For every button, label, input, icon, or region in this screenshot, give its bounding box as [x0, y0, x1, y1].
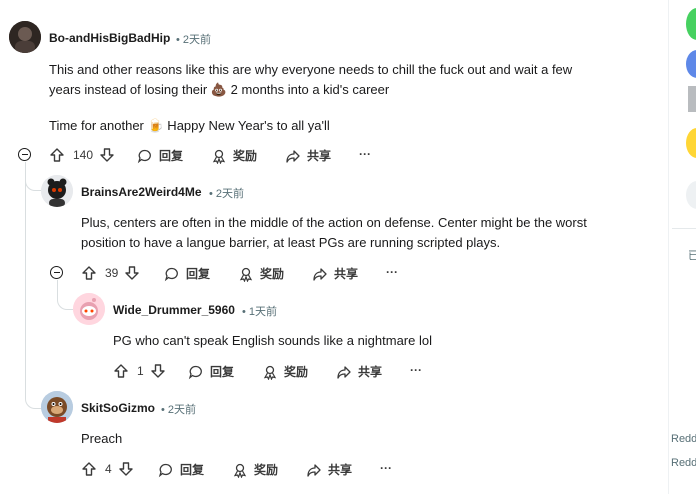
more-options-button[interactable]: ··· [386, 265, 398, 279]
more-options-button[interactable]: ··· [380, 461, 392, 475]
reply-label: 回复 [186, 267, 211, 281]
thread-curve-reply-4 [25, 380, 42, 409]
downvote-icon[interactable] [99, 147, 115, 163]
upvote-group: 4 [81, 461, 134, 477]
comment-text-line: PG who can't speak English sounds like a… [113, 333, 432, 348]
award-label: 奖励 [284, 365, 309, 379]
thread-curve-reply-2 [57, 285, 74, 310]
comment-author[interactable]: BrainsAre2Weird4Me [81, 185, 202, 199]
comment-author[interactable]: Wide_Drummer_5960 [113, 303, 235, 317]
share-icon [306, 462, 322, 478]
reply-label: 回复 [180, 463, 205, 477]
comment-text-line: This and other reasons like this are why… [49, 62, 573, 77]
award-icon [238, 266, 254, 282]
reply-icon [188, 364, 204, 380]
reply-label: 回复 [159, 149, 184, 163]
upvote-icon[interactable] [49, 147, 65, 163]
comment-text-line: position to have a langue barrier, at le… [81, 235, 501, 250]
comment-text-line: Time for another 🍺 Happy New Year's to a… [49, 118, 330, 133]
avatar[interactable] [9, 21, 41, 53]
comment-author[interactable]: Bo-andHisBigBadHip [49, 31, 170, 45]
reply-button[interactable]: 回复 [137, 147, 183, 164]
avatar-image [73, 293, 105, 325]
reply-button[interactable]: 回复 [188, 363, 234, 380]
share-label: 共享 [358, 365, 383, 379]
avatar[interactable] [41, 391, 73, 423]
sidebar-community-icon[interactable] [686, 181, 696, 209]
award-icon [232, 462, 248, 478]
more-options-button[interactable]: ··· [410, 363, 422, 377]
sidebar-divider [668, 0, 669, 494]
sidebar-community-icon[interactable] [686, 50, 696, 78]
share-label: 共享 [334, 267, 359, 281]
upvote-group: 140 [49, 147, 115, 163]
thread-curve-reply-1 [25, 168, 42, 191]
collapse-thread-button[interactable] [18, 148, 31, 161]
share-icon [336, 364, 352, 380]
award-button[interactable]: 奖励 [232, 461, 278, 478]
comment-text-line: years instead of losing their 💩 2 months… [49, 82, 390, 97]
sidebar-community-icon[interactable] [686, 128, 696, 158]
more-options-button[interactable]: ··· [359, 147, 371, 161]
sidebar-community-icon[interactable] [688, 86, 696, 112]
avatar[interactable] [73, 293, 105, 325]
avatar-image [41, 175, 73, 207]
share-icon [285, 148, 301, 164]
share-button[interactable]: 共享 [306, 461, 352, 478]
award-icon [211, 148, 227, 164]
share-button[interactable]: 共享 [285, 147, 331, 164]
award-label: 奖励 [233, 149, 258, 163]
comment-author[interactable]: SkitSoGizmo [81, 401, 155, 415]
avatar[interactable] [41, 175, 73, 207]
share-button[interactable]: 共享 [336, 363, 382, 380]
more-icon: ··· [380, 461, 392, 475]
vote-count: 140 [73, 148, 94, 162]
upvote-icon[interactable] [81, 265, 97, 281]
award-button[interactable]: 奖励 [238, 265, 284, 282]
sidebar-footer-link[interactable]: Redd [671, 457, 696, 469]
more-icon: ··· [386, 265, 398, 279]
share-label: 共享 [307, 149, 332, 163]
downvote-icon[interactable] [118, 461, 134, 477]
vote-count: 1 [137, 364, 144, 378]
thread-line-root [25, 162, 26, 398]
reply-icon [137, 148, 153, 164]
award-icon [262, 364, 278, 380]
sidebar-section-label: 已 [688, 250, 696, 262]
sidebar-separator [672, 228, 696, 229]
award-label: 奖励 [254, 463, 279, 477]
collapse-thread-button[interactable] [50, 266, 63, 279]
reply-button[interactable]: 回复 [158, 461, 204, 478]
share-icon [312, 266, 328, 282]
downvote-icon[interactable] [124, 265, 140, 281]
award-label: 奖励 [260, 267, 285, 281]
upvote-group: 1 [113, 363, 166, 379]
upvote-icon[interactable] [81, 461, 97, 477]
share-label: 共享 [328, 463, 353, 477]
comment-text-line: Plus, centers are often in the middle of… [81, 215, 587, 230]
avatar-image [41, 391, 73, 423]
comment-timestamp[interactable]: • 2天前 [176, 31, 211, 47]
upvote-icon[interactable] [113, 363, 129, 379]
award-button[interactable]: 奖励 [262, 363, 308, 380]
reply-button[interactable]: 回复 [164, 265, 210, 282]
comment-timestamp[interactable]: • 1天前 [242, 303, 277, 319]
comment-timestamp[interactable]: • 2天前 [161, 401, 196, 417]
vote-count: 4 [105, 462, 112, 476]
downvote-icon[interactable] [150, 363, 166, 379]
avatar-image [9, 21, 41, 53]
upvote-group: 39 [81, 265, 140, 281]
share-button[interactable]: 共享 [312, 265, 358, 282]
comment-text-line: Preach [81, 431, 123, 446]
reply-icon [164, 266, 180, 282]
comment-timestamp[interactable]: • 2天前 [209, 185, 244, 201]
more-icon: ··· [410, 363, 422, 377]
reply-icon [158, 462, 174, 478]
sidebar-footer-link[interactable]: Redd [671, 433, 696, 445]
more-icon: ··· [359, 147, 371, 161]
award-button[interactable]: 奖励 [211, 147, 257, 164]
vote-count: 39 [105, 266, 119, 280]
sidebar-community-icon[interactable] [686, 8, 696, 40]
reply-label: 回复 [210, 365, 235, 379]
